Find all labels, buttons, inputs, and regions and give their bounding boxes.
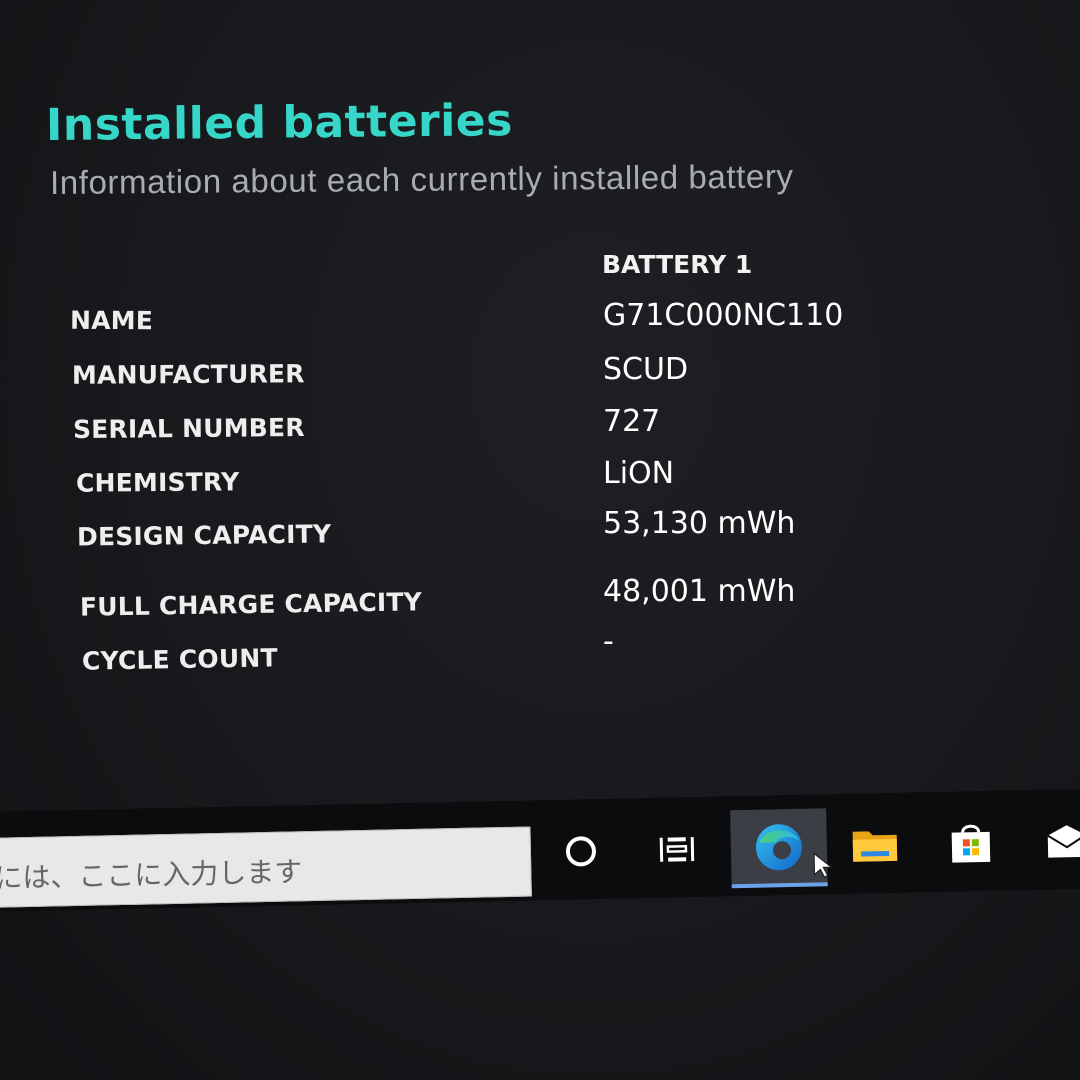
row-value-name: G71C000NC110 — [603, 298, 844, 333]
file-explorer-icon — [852, 831, 898, 862]
row-label-cycle-count: CYCLE COUNT — [81, 643, 278, 676]
battery-column-header: BATTERY 1 — [602, 250, 753, 279]
mouse-cursor-icon — [813, 852, 834, 879]
mail-button[interactable] — [1018, 802, 1080, 880]
row-value-full-charge-capacity: 48,001 mWh — [603, 574, 796, 609]
screen: Installed batteries Information about ea… — [0, 0, 1080, 1080]
battery-report: Installed batteries Information about ea… — [0, 0, 1080, 820]
cortana-icon — [565, 836, 596, 867]
edge-icon — [755, 824, 802, 871]
task-view-icon — [659, 837, 695, 862]
file-explorer-button[interactable] — [826, 806, 924, 884]
task-view-button[interactable] — [628, 810, 726, 888]
mail-icon — [1047, 825, 1080, 858]
section-title: Installed batteries — [45, 95, 514, 151]
row-label-chemistry: CHEMISTRY — [75, 467, 240, 498]
row-label-serial-number: SERIAL NUMBER — [72, 412, 305, 445]
row-value-serial-number: 727 — [603, 404, 661, 439]
row-label-full-charge-capacity: FULL CHARGE CAPACITY — [79, 587, 423, 622]
search-placeholder: には、ここに入力します — [0, 855, 303, 895]
row-value-cycle-count: - — [603, 624, 614, 659]
row-label-design-capacity: DESIGN CAPACITY — [76, 519, 332, 552]
store-button[interactable] — [922, 804, 1020, 882]
row-value-design-capacity: 53,130 mWh — [603, 506, 796, 541]
section-subtitle: Information about each currently install… — [49, 157, 794, 201]
active-indicator — [731, 882, 828, 889]
cortana-button[interactable] — [532, 812, 630, 890]
row-value-chemistry: LiON — [603, 456, 675, 491]
taskbar-search-box[interactable]: には、ここに入力します — [0, 826, 532, 908]
store-icon — [951, 824, 991, 863]
row-label-name: NAME — [69, 305, 154, 336]
row-value-manufacturer: SCUD — [603, 352, 689, 387]
row-label-manufacturer: MANUFACTURER — [71, 359, 305, 390]
